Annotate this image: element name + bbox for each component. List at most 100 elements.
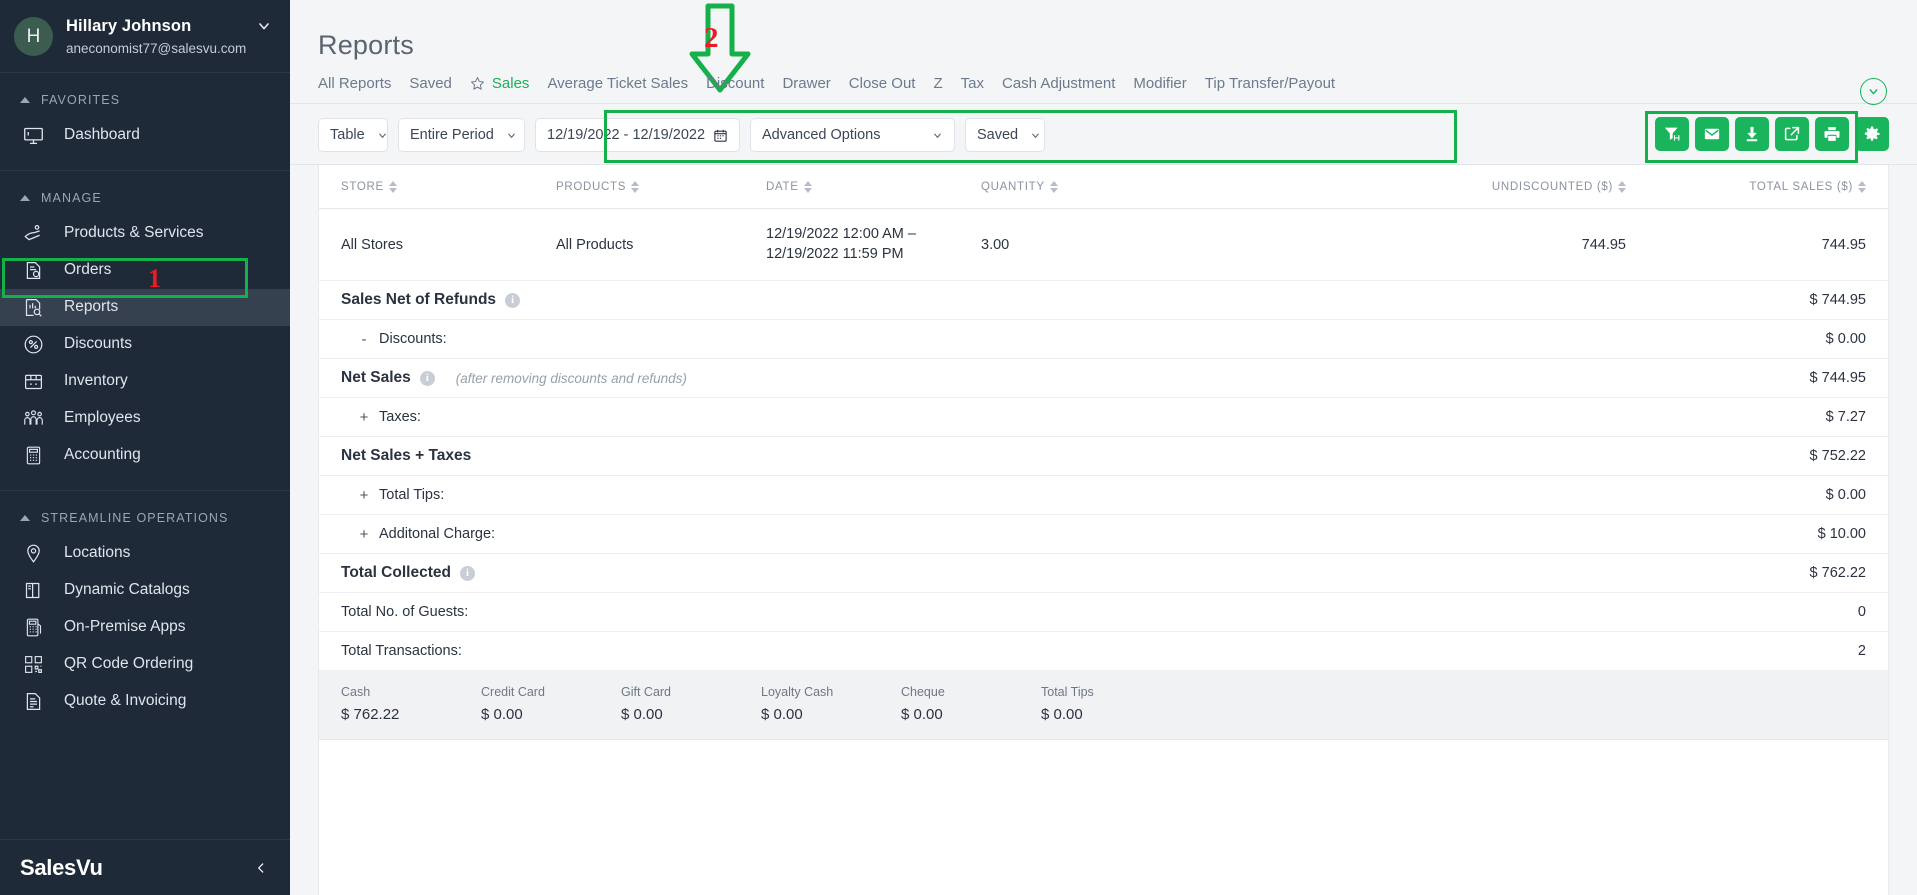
sort-icon[interactable]: [631, 181, 639, 193]
sidebar-section-streamline-operations[interactable]: STREAMLINE OPERATIONS: [0, 491, 290, 535]
tab-z[interactable]: Z: [933, 75, 942, 92]
tab-all-reports[interactable]: All Reports: [318, 75, 391, 92]
sidebar: H Hillary Johnson aneconomist77@salesvu.…: [0, 0, 290, 895]
payment-cell-credit-card: Credit Card $ 0.00: [481, 685, 621, 723]
sidebar-item-orders[interactable]: Orders: [0, 252, 290, 289]
sort-icon[interactable]: [1050, 181, 1058, 193]
summary-label: Sales Net of Refunds: [341, 291, 496, 309]
view-type-select[interactable]: Table: [318, 118, 388, 152]
tab-tax[interactable]: Tax: [961, 75, 984, 92]
tab-drawer[interactable]: Drawer: [782, 75, 830, 92]
sidebar-item-label: On-Premise Apps: [64, 618, 185, 636]
sidebar-item-products-services[interactable]: Products & Services: [0, 215, 290, 252]
cell-date: 12/19/2022 12:00 AM – 12/19/2022 11:59 P…: [766, 225, 981, 264]
period-select[interactable]: Entire Period: [398, 118, 525, 152]
sidebar-item-quote-invoicing[interactable]: Quote & Invoicing: [0, 683, 290, 720]
payment-cell-gift-card: Gift Card $ 0.00: [621, 685, 761, 723]
calendar-icon[interactable]: [713, 128, 728, 143]
column-label: QUANTITY: [981, 181, 1045, 193]
sidebar-item-dashboard[interactable]: Dashboard: [0, 117, 290, 154]
sidebar-item-label: Discounts: [64, 335, 132, 353]
payment-label: Loyalty Cash: [761, 685, 901, 699]
sort-icon[interactable]: [1858, 181, 1866, 193]
settings-button[interactable]: [1855, 117, 1889, 151]
filter-controls: Table Entire Period 12/19/2022 - 12/19/2…: [318, 118, 1045, 152]
tab-average-ticket-sales[interactable]: Average Ticket Sales: [547, 75, 688, 92]
qrcode-icon: [20, 653, 46, 675]
collapse-sidebar-button[interactable]: [254, 859, 268, 877]
summary-row-sales-net-of-refunds: Sales Net of Refunds i $ 744.95: [319, 281, 1888, 320]
tab-sales[interactable]: Sales: [470, 75, 530, 92]
sidebar-user-header[interactable]: H Hillary Johnson aneconomist77@salesvu.…: [0, 0, 290, 73]
summary-row-additional-charge: + Additonal Charge: $ 10.00: [319, 515, 1888, 554]
tab-saved[interactable]: Saved: [409, 75, 452, 92]
summary-note: (after removing discounts and refunds): [456, 371, 687, 386]
sidebar-item-reports[interactable]: Reports: [0, 289, 290, 326]
email-button[interactable]: [1695, 117, 1729, 151]
user-email: aneconomist77@salesvu.com: [66, 40, 246, 58]
column-header-quantity[interactable]: QUANTITY: [981, 181, 1241, 193]
sidebar-item-employees[interactable]: Employees: [0, 400, 290, 437]
tab-tip-transfer-payout[interactable]: Tip Transfer/Payout: [1205, 75, 1335, 92]
tab-cash-adjustment[interactable]: Cash Adjustment: [1002, 75, 1115, 92]
collapse-toolbar-button[interactable]: [1860, 78, 1887, 105]
sidebar-item-discounts[interactable]: Discounts: [0, 326, 290, 363]
column-header-products[interactable]: PRODUCTS: [556, 181, 766, 193]
download-button[interactable]: [1735, 117, 1769, 151]
save-filter-icon: [1663, 125, 1681, 143]
info-icon[interactable]: i: [460, 566, 475, 581]
gear-icon: [1863, 125, 1881, 143]
tab-discount[interactable]: Discount: [706, 75, 764, 92]
saved-filters-value: Saved: [977, 127, 1018, 143]
saved-filters-select[interactable]: Saved: [965, 118, 1045, 152]
sidebar-item-label: Orders: [64, 261, 111, 279]
email-icon: [1703, 125, 1721, 143]
date-range-value: 12/19/2022 - 12/19/2022: [547, 127, 705, 143]
summary-label: Discounts:: [379, 331, 447, 347]
orders-icon: [20, 259, 46, 281]
date-range-input[interactable]: 12/19/2022 - 12/19/2022: [535, 118, 740, 152]
column-label: UNDISCOUNTED ($): [1492, 181, 1613, 193]
column-header-date[interactable]: DATE: [766, 181, 981, 193]
chevron-down-icon[interactable]: [256, 18, 272, 34]
tab-close-out[interactable]: Close Out: [849, 75, 916, 92]
table-row[interactable]: All Stores All Products 12/19/2022 12:00…: [319, 209, 1888, 281]
column-header-undiscounted[interactable]: UNDISCOUNTED ($): [1241, 181, 1626, 193]
sidebar-item-on-premise-apps[interactable]: On-Premise Apps: [0, 609, 290, 646]
sidebar-item-inventory[interactable]: Inventory: [0, 363, 290, 400]
column-header-store[interactable]: STORE: [341, 181, 556, 193]
sidebar-item-label: Dashboard: [64, 126, 140, 144]
sidebar-item-dynamic-catalogs[interactable]: Dynamic Catalogs: [0, 572, 290, 609]
save-filter-button[interactable]: [1655, 117, 1689, 151]
cell-quantity: 3.00: [981, 237, 1241, 253]
advanced-options-select[interactable]: Advanced Options: [750, 118, 955, 152]
tab-modifier[interactable]: Modifier: [1133, 75, 1186, 92]
sidebar-section-manage[interactable]: MANAGE: [0, 171, 290, 215]
sidebar-section-favorites[interactable]: FAVORITES: [0, 73, 290, 117]
column-header-total-sales[interactable]: TOTAL SALES ($): [1626, 181, 1866, 193]
caret-up-icon: [20, 515, 30, 521]
sidebar-item-accounting[interactable]: Accounting: [0, 437, 290, 474]
print-button[interactable]: [1815, 117, 1849, 151]
summary-row-net-sales: Net Sales i (after removing discounts an…: [319, 359, 1888, 398]
summary-value: 0: [1858, 604, 1866, 620]
sidebar-item-qr-code-ordering[interactable]: QR Code Ordering: [0, 646, 290, 683]
pin-icon: [20, 542, 46, 564]
summary-value: $ 762.22: [1810, 565, 1866, 581]
terminal-icon: [20, 616, 46, 638]
info-icon[interactable]: i: [505, 293, 520, 308]
panel-tail: [319, 740, 1888, 758]
summary-row-total-transactions: Total Transactions: 2: [319, 632, 1888, 671]
table-header-row: STORE PRODUCTS DATE QUANTITY UNDISCOUNTE…: [319, 165, 1888, 209]
payment-cell-loyalty-cash: Loyalty Cash $ 0.00: [761, 685, 901, 723]
sort-icon[interactable]: [1618, 181, 1626, 193]
summary-row-discounts: - Discounts: $ 0.00: [319, 320, 1888, 359]
sort-icon[interactable]: [804, 181, 812, 193]
star-icon[interactable]: [470, 76, 485, 91]
summary-label: Taxes:: [379, 409, 421, 425]
sidebar-item-locations[interactable]: Locations: [0, 535, 290, 572]
info-icon[interactable]: i: [420, 371, 435, 386]
share-button[interactable]: [1775, 117, 1809, 151]
reports-icon: [20, 296, 46, 318]
sort-icon[interactable]: [389, 181, 397, 193]
